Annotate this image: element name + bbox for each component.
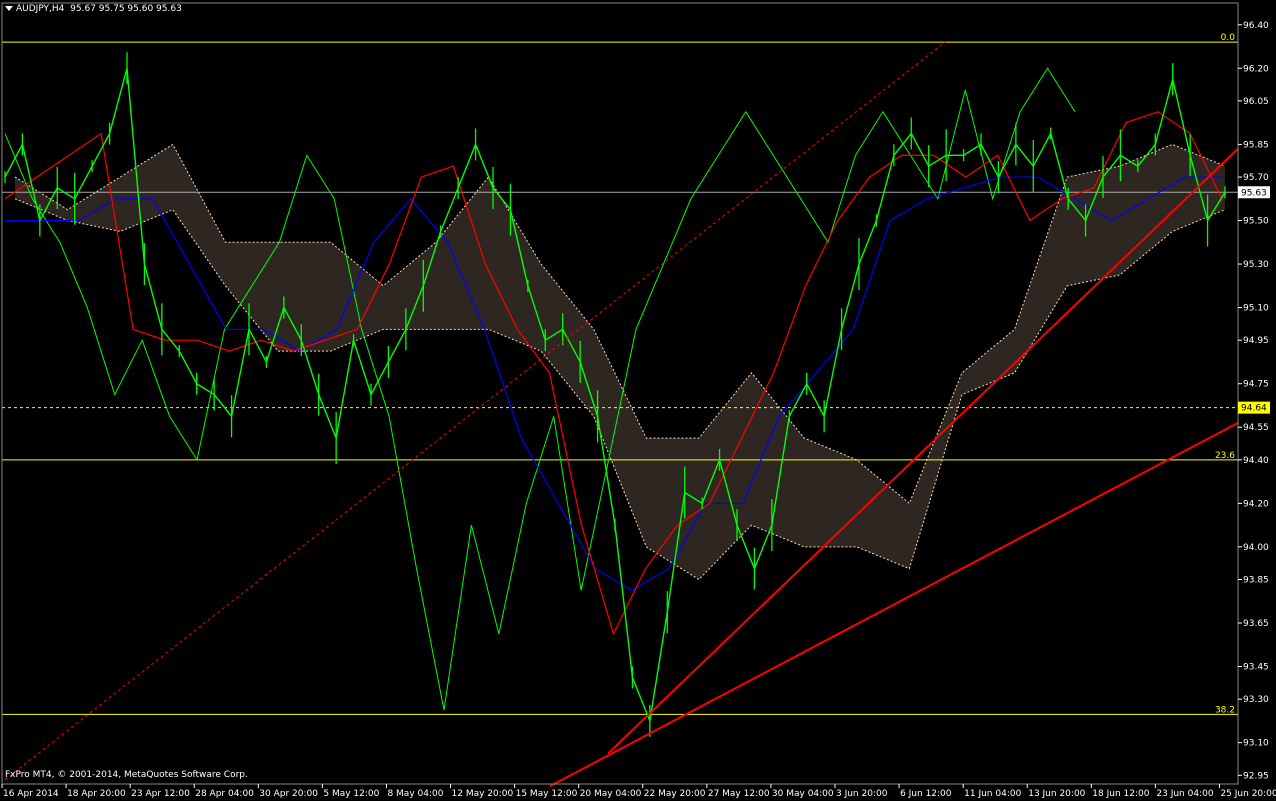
time-tick-label: 27 May 12:00 [708,789,770,799]
price-tick-label: 96.05 [1243,97,1269,107]
price-tick-label: 94.75 [1243,380,1269,390]
time-tick-label: 22 May 20:00 [644,789,706,799]
time-tick-label: 3 Jun 20:00 [836,789,888,799]
time-tick-label: 8 May 04:00 [387,789,443,799]
price-tick-label: 94.55 [1243,423,1269,433]
time-tick-label: 13 Jun 20:00 [1028,789,1085,799]
price-tick-label: 95.30 [1243,260,1269,270]
time-tick-label: 12 May 20:00 [452,789,514,799]
time-tick-label: 16 Apr 2014 [3,789,59,799]
price-tick-label: 93.10 [1243,739,1269,749]
copyright-text: FxPro MT4, © 2001-2014, MetaQuotes Softw… [5,770,248,780]
chart-header: AUDJPY,H4 95.67 95.75 95.60 95.63 [5,4,182,14]
price-tick-label: 95.85 [1243,140,1269,150]
time-tick-label: 25 Jun 20:00 [1220,789,1276,799]
time-tick-label: 20 May 04:00 [580,789,642,799]
current-price-label: 95.63 [1241,188,1267,198]
price-tick-label: 94.00 [1243,543,1269,553]
time-tick-label: 18 Jun 12:00 [1092,789,1149,799]
time-tick-label: 28 Apr 04:00 [195,789,254,799]
fibonacci-levels: 0.0 23.6 38.2 [2,33,1238,715]
time-tick-label: 18 Apr 20:00 [67,789,126,799]
marked-level-label: 94.64 [1241,404,1267,414]
price-tick-label: 93.85 [1243,576,1269,586]
price-tick-label: 95.70 [1243,173,1269,183]
time-tick-label: 15 May 12:00 [516,789,578,799]
fibo-level-label: 38.2 [1215,705,1235,715]
price-tick-label: 96.20 [1243,64,1269,74]
price-tick-label: 94.40 [1243,456,1269,466]
fibo-level-label: 0.0 [1221,33,1236,43]
cloud-fill [15,144,1225,580]
time-tick-label: 5 May 12:00 [323,789,379,799]
fibo-level-label: 23.6 [1215,451,1235,461]
time-tick-label: 30 May 04:00 [772,789,834,799]
price-tick-label: 94.20 [1243,499,1269,509]
price-tick-label: 95.10 [1243,304,1269,314]
price-tick-label: 93.30 [1243,695,1269,705]
time-tick-label: 11 Jun 04:00 [964,789,1021,799]
price-tick-label: 93.45 [1243,663,1269,673]
symbol-label: AUDJPY,H4 [16,4,65,14]
axis-labels: 96.40 96.20 96.05 95.85 95.70 95.50 95.30 95.10… [3,21,1276,799]
chevron-down-icon[interactable] [5,6,13,11]
time-tick-label: 23 Jun 04:00 [1156,789,1213,799]
price-tick-label: 94.95 [1243,336,1269,346]
price-tick-label: 95.50 [1243,217,1269,227]
time-tick-label: 30 Apr 20:00 [259,789,318,799]
ichimoku-cloud [14,143,1226,581]
price-tick-label: 93.65 [1243,619,1269,629]
time-tick-label: 6 Jun 12:00 [900,789,952,799]
ohlc-values: 95.67 95.75 95.60 95.63 [70,4,182,14]
price-chart[interactable]: 0.0 23.6 38.2 96.40 96.20 96.05 95.85 95.70 95.… [0,0,1276,801]
price-tick-label: 96.40 [1243,21,1269,31]
time-tick-label: 23 Apr 12:00 [131,789,190,799]
price-tick-label: 92.95 [1243,771,1269,781]
